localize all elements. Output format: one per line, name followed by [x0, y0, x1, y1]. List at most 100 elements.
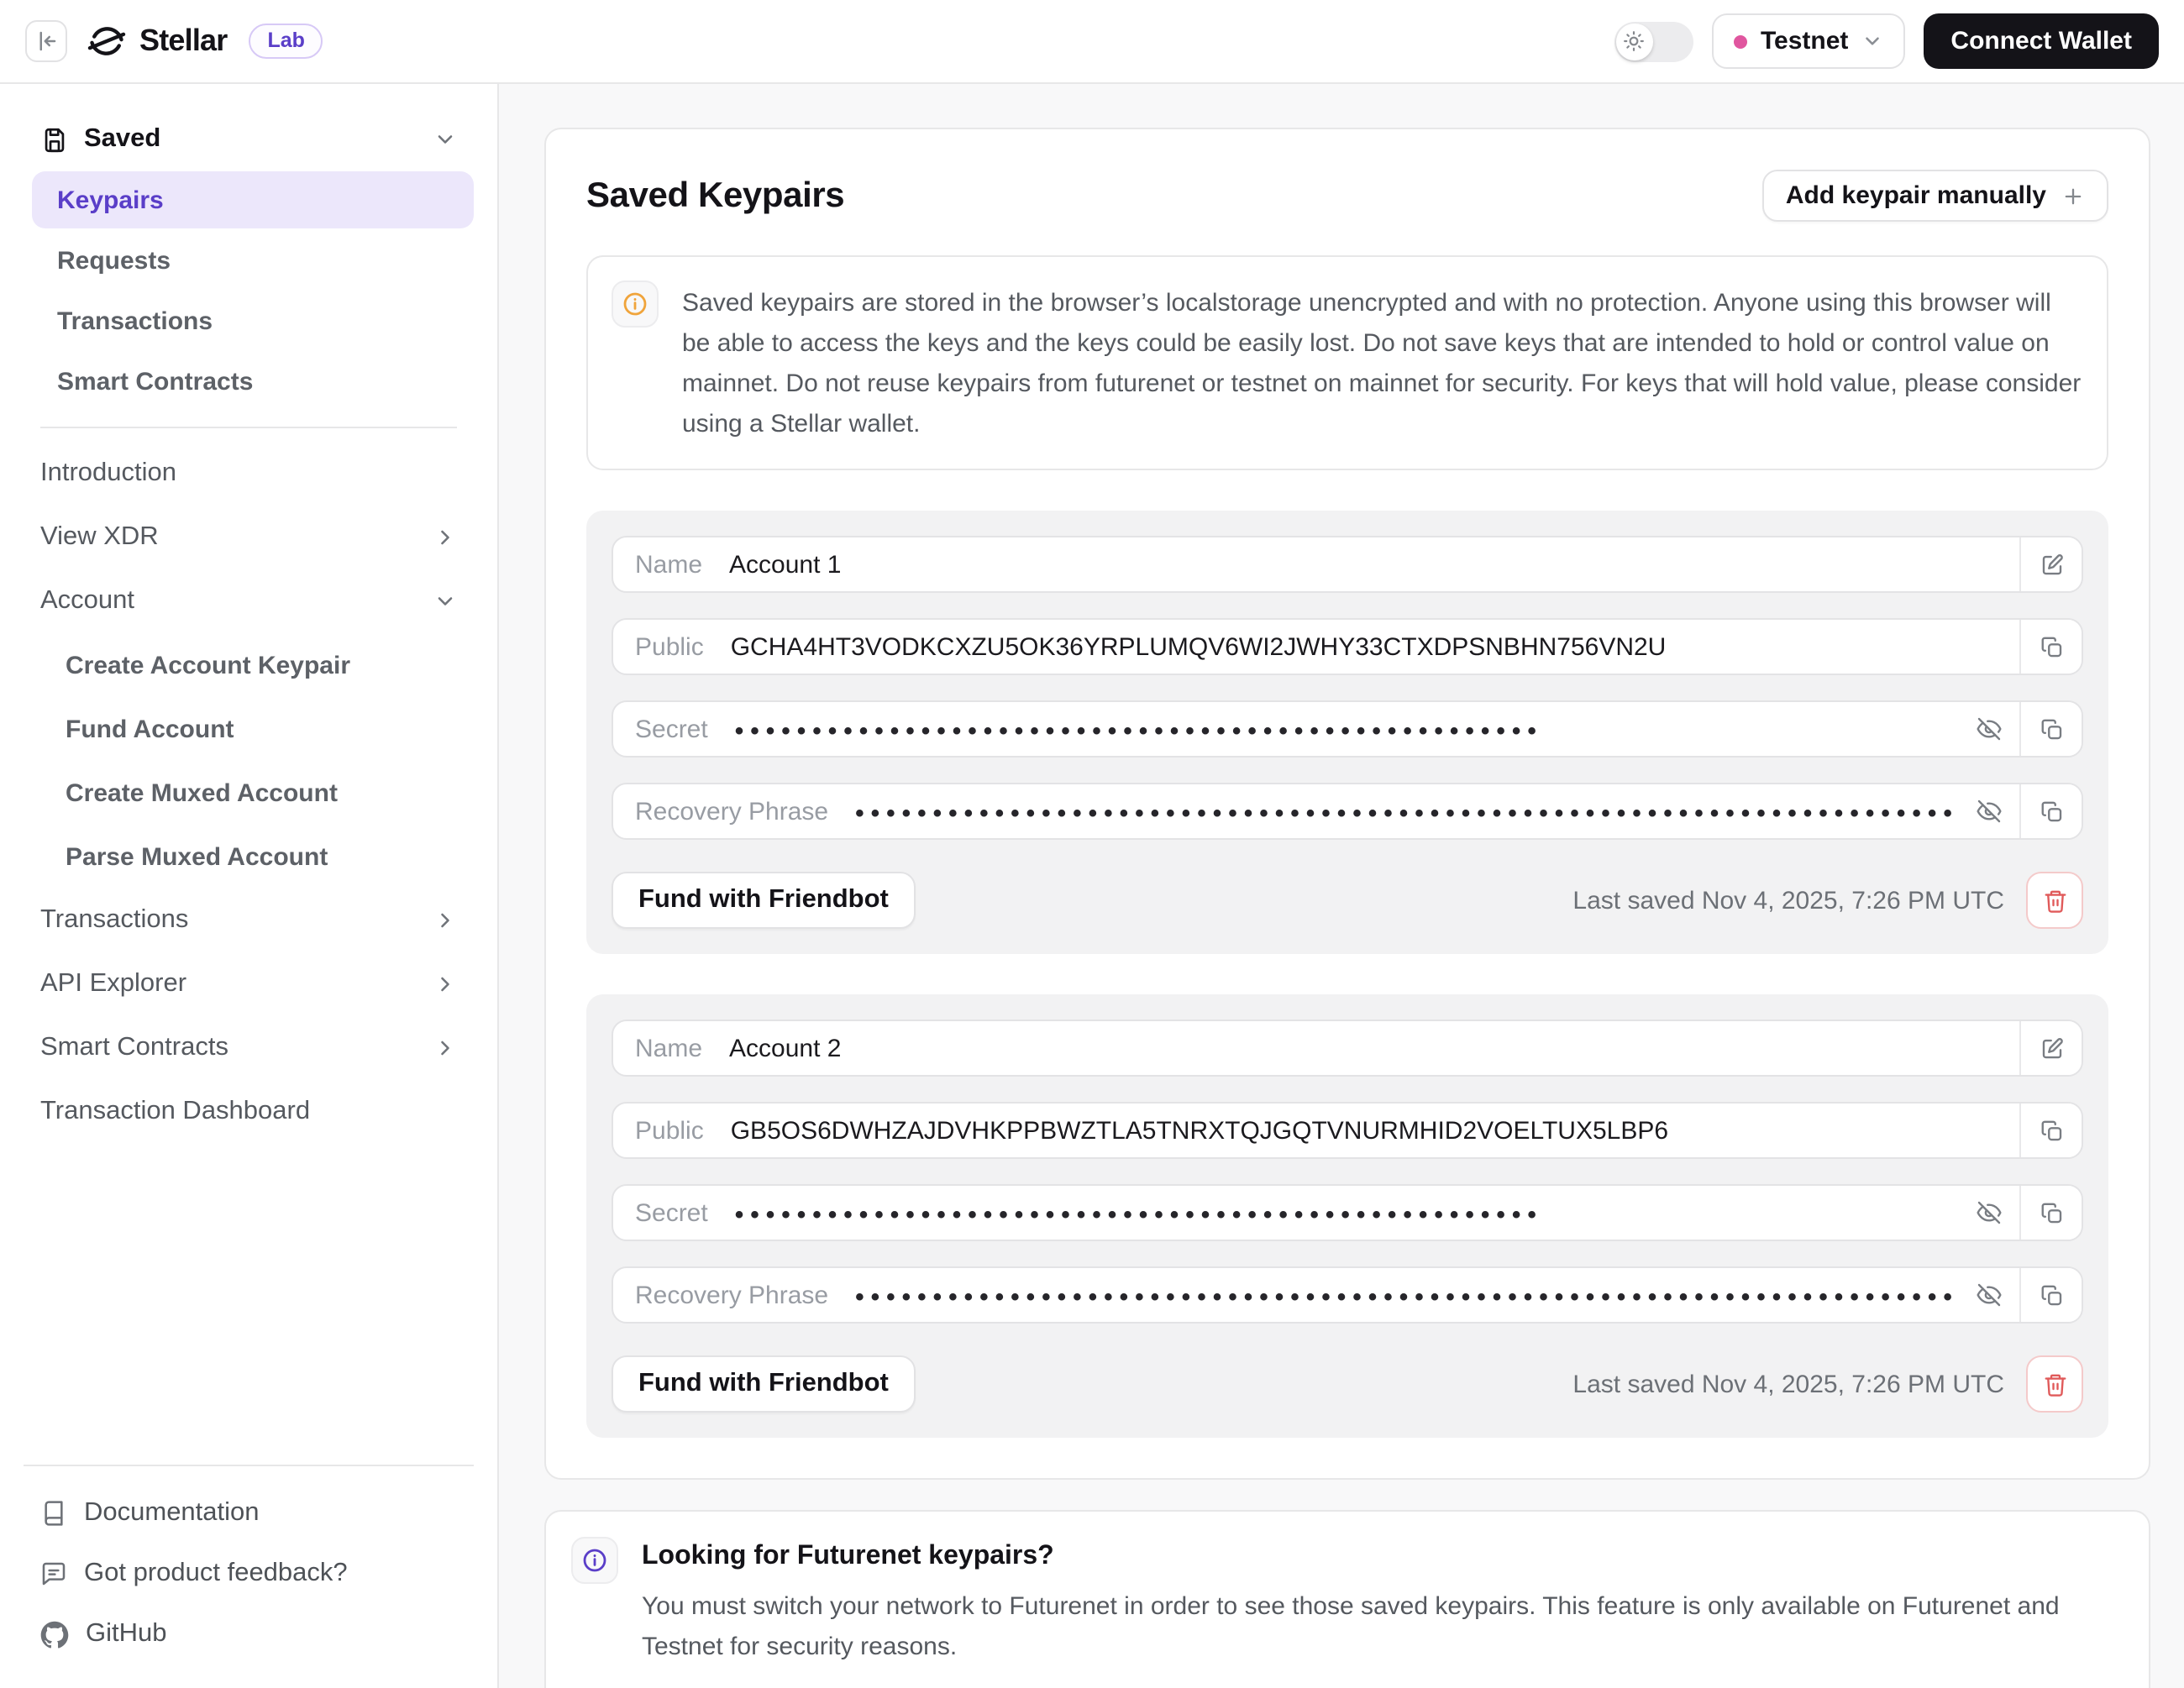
sidebar-item-account[interactable]: Account — [24, 569, 474, 633]
sidebar-item-smart-contracts[interactable]: Smart Contracts — [24, 1016, 474, 1080]
sidebar-group-label: Saved — [84, 124, 160, 155]
network-selector[interactable]: Testnet — [1712, 13, 1905, 69]
sidebar-footer: Documentation Got product feedback? GitH… — [24, 1465, 474, 1671]
trash-icon — [2042, 1371, 2067, 1397]
copy-recovery-button[interactable] — [2019, 1268, 2082, 1322]
sidebar-item-transactions[interactable]: Transactions — [24, 889, 474, 952]
collapse-sidebar-button[interactable] — [25, 20, 67, 62]
copy-icon — [2039, 716, 2064, 742]
sidebar-item-api-explorer[interactable]: API Explorer — [24, 952, 474, 1016]
connect-wallet-button[interactable]: Connect Wallet — [1924, 13, 2159, 69]
copy-recovery-button[interactable] — [2019, 784, 2082, 838]
name-value: Account 2 — [729, 1034, 841, 1062]
futurenet-text: You must switch your network to Futurene… — [642, 1587, 2124, 1668]
sidebar-item-github[interactable]: GitHub — [27, 1604, 470, 1664]
sidebar-item-fund-account[interactable]: Fund Account — [32, 697, 474, 761]
network-status-dot — [1734, 34, 1747, 48]
public-key-value: GCHA4HT3VODKCXZU5OK36YRPLUMQV6WI2JWHY33C… — [731, 632, 1667, 661]
page-title: Saved Keypairs — [586, 176, 844, 216]
chevron-right-icon — [433, 909, 457, 932]
recovery-phrase-masked-value: ••••••••••••••••••••••••••••••••••••••••… — [855, 800, 1957, 826]
name-field: Name Account 2 — [612, 1020, 2083, 1077]
info-icon — [571, 1537, 618, 1584]
sidebar-item-view-xdr[interactable]: View XDR — [24, 506, 474, 569]
recovery-phrase-masked-value: ••••••••••••••••••••••••••••••••••••••••… — [855, 1284, 1957, 1309]
chevron-right-icon — [433, 526, 457, 549]
copy-public-button[interactable] — [2019, 620, 2082, 674]
sidebar-item-saved-transactions[interactable]: Transactions — [32, 292, 474, 349]
trash-icon — [2042, 888, 2067, 913]
copy-icon — [2039, 1282, 2064, 1308]
recovery-phrase-label: Recovery Phrase — [635, 1281, 828, 1309]
sidebar-item-saved-smart-contracts[interactable]: Smart Contracts — [32, 353, 474, 410]
sidebar-item-introduction[interactable]: Introduction — [24, 442, 474, 506]
warning-callout: Saved keypairs are stored in the browser… — [586, 255, 2108, 470]
eye-off-icon — [1975, 1199, 2002, 1226]
toggle-secret-visibility-button[interactable] — [1957, 702, 2019, 756]
delete-keypair-button[interactable] — [2026, 1355, 2083, 1413]
sidebar-group-saved[interactable]: Saved — [24, 111, 474, 168]
save-icon — [40, 125, 69, 154]
edit-name-button[interactable] — [2019, 1021, 2082, 1075]
fund-with-friendbot-button[interactable]: Fund with Friendbot — [612, 1355, 916, 1413]
eye-off-icon — [1975, 1282, 2002, 1308]
sidebar-item-feedback[interactable]: Got product feedback? — [27, 1544, 470, 1604]
secret-masked-value: ••••••••••••••••••••••••••••••••••••••••… — [735, 1202, 1543, 1227]
toggle-recovery-visibility-button[interactable] — [1957, 1268, 2019, 1322]
sidebar-item-documentation[interactable]: Documentation — [27, 1483, 470, 1544]
keypair-card: Name Account 2 Public GB5OS6DWHZAJDVH — [586, 994, 2108, 1438]
sidebar-item-create-account-keypair[interactable]: Create Account Keypair — [32, 633, 474, 697]
public-label: Public — [635, 1116, 704, 1145]
copy-public-button[interactable] — [2019, 1103, 2082, 1157]
public-label: Public — [635, 632, 704, 661]
toggle-secret-visibility-button[interactable] — [1957, 1186, 2019, 1240]
copy-icon — [2039, 1200, 2064, 1225]
last-saved-text: Last saved Nov 4, 2025, 7:26 PM UTC — [1572, 886, 2004, 915]
secret-label: Secret — [635, 1198, 708, 1227]
secret-masked-value: ••••••••••••••••••••••••••••••••••••••••… — [735, 718, 1543, 743]
name-label: Name — [635, 1034, 702, 1062]
recovery-phrase-field: Recovery Phrase ••••••••••••••••••••••••… — [612, 783, 2083, 840]
info-icon — [612, 280, 659, 328]
eye-off-icon — [1975, 716, 2002, 742]
edit-name-button[interactable] — [2019, 537, 2082, 591]
copy-icon — [2039, 634, 2064, 659]
sidebar-item-create-muxed-account[interactable]: Create Muxed Account — [32, 761, 474, 825]
sidebar-item-transaction-dashboard[interactable]: Transaction Dashboard — [24, 1080, 474, 1144]
name-label: Name — [635, 550, 702, 579]
sidebar-item-parse-muxed-account[interactable]: Parse Muxed Account — [32, 825, 474, 889]
last-saved-text: Last saved Nov 4, 2025, 7:26 PM UTC — [1572, 1370, 2004, 1398]
chevron-down-icon — [433, 128, 457, 151]
book-icon — [40, 1500, 67, 1527]
edit-icon — [2039, 552, 2064, 577]
copy-icon — [2039, 799, 2064, 824]
copy-secret-button[interactable] — [2019, 1186, 2082, 1240]
add-keypair-button[interactable]: Add keypair manually — [1762, 170, 2108, 222]
stellar-logo-icon — [86, 20, 128, 62]
fund-with-friendbot-button[interactable]: Fund with Friendbot — [612, 872, 916, 929]
public-key-field: Public GCHA4HT3VODKCXZU5OK36YRPLUMQV6WI2… — [612, 618, 2083, 675]
github-icon — [40, 1620, 69, 1649]
eye-off-icon — [1975, 798, 2002, 825]
public-key-field: Public GB5OS6DWHZAJDVHKPPBWZTLA5TNRXTQJG… — [612, 1102, 2083, 1159]
sidebar-item-keypairs[interactable]: Keypairs — [32, 171, 474, 228]
chevron-down-icon — [1861, 30, 1883, 52]
theme-toggle[interactable] — [1614, 21, 1693, 61]
copy-secret-button[interactable] — [2019, 702, 2082, 756]
chevron-down-icon — [433, 590, 457, 613]
secret-key-field: Secret •••••••••••••••••••••••••••••••••… — [612, 1184, 2083, 1241]
toggle-recovery-visibility-button[interactable] — [1957, 784, 2019, 838]
main-content: Saved Keypairs Add keypair manually Save… — [499, 84, 2184, 1688]
brand-name: Stellar — [139, 24, 227, 59]
sidebar-item-requests[interactable]: Requests — [32, 232, 474, 289]
secret-label: Secret — [635, 715, 708, 743]
name-field: Name Account 1 — [612, 536, 2083, 593]
sidebar: Saved Keypairs Requests Transactions Sma… — [0, 84, 499, 1688]
brand[interactable]: Stellar — [86, 20, 227, 62]
futurenet-title: Looking for Futurenet keypairs? — [642, 1542, 2124, 1572]
recovery-phrase-label: Recovery Phrase — [635, 797, 828, 826]
delete-keypair-button[interactable] — [2026, 872, 2083, 929]
network-label: Testnet — [1761, 27, 1848, 55]
chevron-right-icon — [433, 1036, 457, 1060]
app-window: Stellar Lab Testnet Connect Wallet — [0, 0, 2184, 1688]
